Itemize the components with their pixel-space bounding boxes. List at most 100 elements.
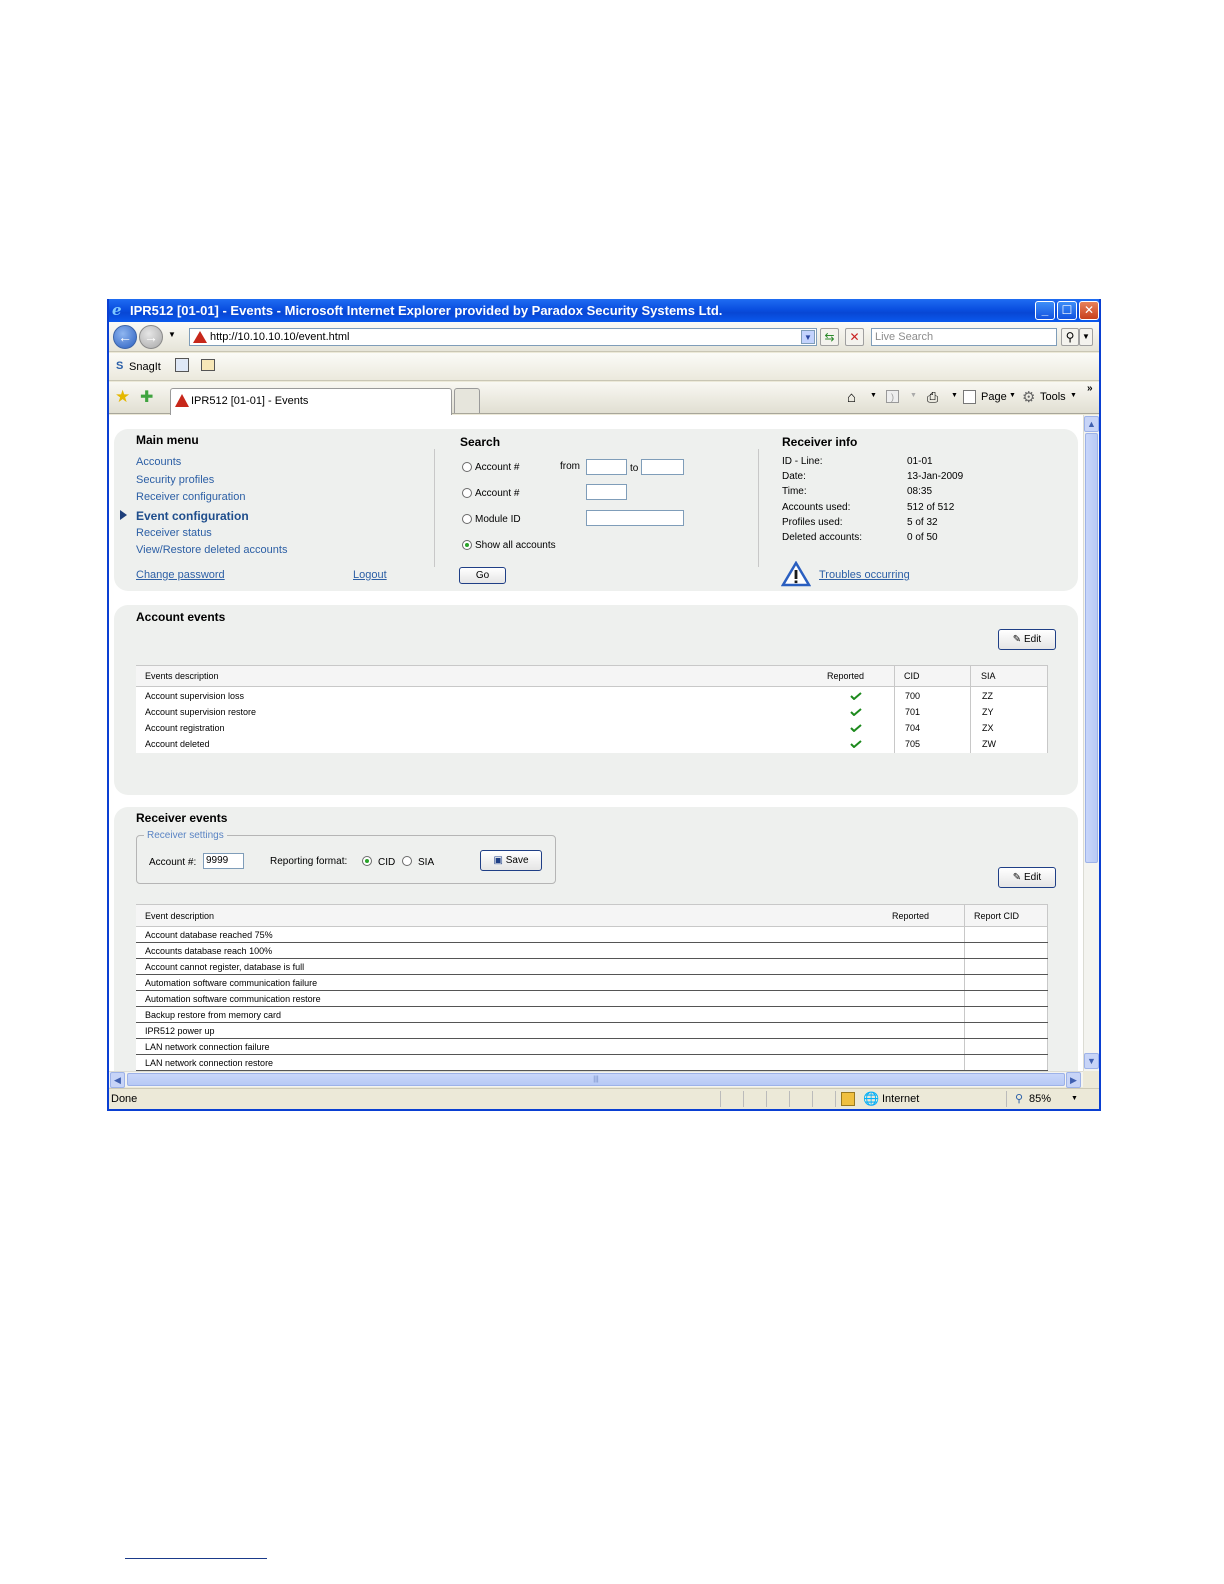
home-dropdown-icon[interactable]: ▼: [870, 392, 877, 399]
back-button[interactable]: ←: [113, 325, 137, 349]
search-options-icon[interactable]: ▼: [1079, 328, 1093, 346]
address-dropdown-icon[interactable]: ▼: [801, 330, 815, 344]
status-text: Done: [111, 1093, 138, 1105]
refresh-button[interactable]: ⇆: [820, 328, 839, 346]
menu-item-receiver-status[interactable]: Receiver status: [136, 527, 212, 539]
zoom-level[interactable]: 85%: [1029, 1093, 1051, 1105]
radio-show-all[interactable]: [462, 540, 472, 550]
capture-edit-icon[interactable]: [201, 359, 215, 371]
forward-button[interactable]: →: [139, 325, 163, 349]
table-row: Accounts database reach 100%: [136, 943, 1048, 959]
tools-menu[interactable]: Tools: [1040, 391, 1066, 403]
page-dropdown-icon[interactable]: ▼: [1009, 392, 1016, 399]
check-icon: [850, 708, 862, 716]
stop-button[interactable]: ✕: [845, 328, 864, 346]
favorites-star-icon[interactable]: ★: [115, 387, 130, 407]
account-input[interactable]: [586, 484, 627, 500]
horizontal-scrollbar[interactable]: ◀ ||| ▶: [109, 1071, 1083, 1088]
account-number-input[interactable]: 9999: [203, 853, 244, 869]
save-disk-icon: ▣: [493, 855, 503, 866]
zoom-icon: ⚲: [1015, 1093, 1024, 1105]
save-button[interactable]: ▣ Save: [480, 850, 542, 871]
close-button[interactable]: ✕: [1079, 301, 1099, 320]
radio-account-range[interactable]: [462, 462, 472, 472]
table-row-sia: ZY: [982, 707, 994, 717]
add-favorites-icon[interactable]: ✚: [140, 387, 153, 407]
address-bar[interactable]: http://10.10.10.10/event.html ▼: [189, 328, 817, 346]
edit-label: Edit: [1023, 872, 1042, 883]
tab-events[interactable]: IPR512 [01-01] - Events: [170, 388, 452, 415]
feeds-icon[interactable]: ): [886, 390, 899, 403]
tab-title: IPR512 [01-01] - Events: [191, 395, 309, 407]
status-bar: Done 🌐 Internet ⚲ 85% ▼: [109, 1088, 1099, 1109]
vertical-scroll-thumb[interactable]: [1085, 433, 1098, 863]
radio-module-id[interactable]: [462, 514, 472, 524]
account-range-label: Account #: [475, 462, 520, 473]
info-label: Deleted accounts:: [782, 532, 863, 543]
main-menu-title: Main menu: [136, 433, 199, 447]
radio-account[interactable]: [462, 488, 472, 498]
header-cid: CID: [904, 671, 920, 681]
table-row-cid: 705: [905, 739, 921, 749]
divider: [758, 449, 759, 567]
scroll-left-icon[interactable]: ◀: [110, 1072, 125, 1088]
change-password-link[interactable]: Change password: [136, 569, 225, 581]
tools-dropdown-icon[interactable]: ▼: [1070, 392, 1077, 399]
menu-item-receiver-configuration[interactable]: Receiver configuration: [136, 491, 245, 503]
table-row-description: Accounts database reach 100%: [145, 946, 273, 956]
print-dropdown-icon[interactable]: ▼: [951, 392, 958, 399]
page-menu[interactable]: Page: [981, 391, 1007, 403]
snagit-link[interactable]: SnagIt: [129, 361, 161, 373]
menu-item-view-restore-deleted[interactable]: View/Restore deleted accounts: [136, 544, 287, 556]
table-row-description: IPR512 power up: [145, 1026, 215, 1036]
snagit-icon: S: [116, 360, 124, 372]
receiver-events-table: Event description Reported Report CID Ac…: [136, 904, 1048, 1071]
radio-cid[interactable]: [362, 856, 372, 866]
ie-logo-icon: e: [112, 301, 122, 319]
troubles-occurring-link[interactable]: Troubles occurring: [819, 569, 910, 581]
table-row-description: Account database reached 75%: [145, 930, 273, 940]
header-sia: SIA: [981, 671, 996, 681]
module-id-input[interactable]: [586, 510, 684, 526]
menu-item-security-profiles[interactable]: Security profiles: [136, 474, 214, 486]
zoom-dropdown-icon[interactable]: ▼: [1071, 1095, 1078, 1102]
receiver-events-edit-button[interactable]: ✎ Edit: [998, 867, 1056, 888]
table-row: LAN network connection failure: [136, 1039, 1048, 1055]
table-row-description: Account cannot register, database is ful…: [145, 962, 305, 972]
page-content: Main menu Accounts Security profiles Rec…: [109, 415, 1083, 1071]
search-input[interactable]: Live Search: [871, 328, 1057, 346]
scroll-right-icon[interactable]: ▶: [1066, 1072, 1081, 1088]
history-dropdown-icon[interactable]: ▼: [168, 330, 176, 339]
account-to-input[interactable]: [641, 459, 684, 475]
check-icon: [850, 740, 862, 748]
table-row-cid: 700: [905, 691, 921, 701]
search-icon[interactable]: ⚲: [1061, 328, 1079, 346]
horizontal-scroll-thumb[interactable]: |||: [127, 1073, 1065, 1086]
scroll-up-icon[interactable]: ▲: [1084, 416, 1099, 432]
table-row: Backup restore from memory card: [136, 1007, 1048, 1023]
module-id-label: Module ID: [475, 514, 521, 525]
menu-item-accounts[interactable]: Accounts: [136, 456, 181, 468]
vertical-scrollbar[interactable]: ▲ ▼: [1083, 415, 1099, 1071]
print-icon[interactable]: ⎙: [927, 389, 938, 406]
receiver-events-title: Receiver events: [136, 811, 228, 825]
go-button[interactable]: Go: [459, 567, 506, 584]
radio-sia[interactable]: [402, 856, 412, 866]
capture-window-icon[interactable]: [175, 358, 189, 372]
account-from-input[interactable]: [586, 459, 627, 475]
maximize-button[interactable]: ☐: [1057, 301, 1077, 320]
new-tab-button[interactable]: [454, 388, 480, 413]
info-label: Date:: [782, 471, 806, 482]
feeds-dropdown-icon[interactable]: ▼: [910, 392, 917, 399]
scroll-down-icon[interactable]: ▼: [1084, 1053, 1099, 1069]
account-events-edit-button[interactable]: ✎ Edit: [998, 629, 1056, 650]
home-icon[interactable]: ⌂: [847, 389, 856, 406]
chevron-more-icon[interactable]: »: [1087, 383, 1093, 394]
to-label: to: [630, 463, 639, 474]
table-row-description: LAN network connection restore: [145, 1058, 274, 1068]
minimize-button[interactable]: _: [1035, 301, 1055, 320]
menu-item-event-configuration[interactable]: Event configuration: [136, 509, 249, 523]
logout-link[interactable]: Logout: [353, 569, 387, 581]
edit-icon: ✎: [1012, 634, 1022, 645]
account-number-label: Account #:: [149, 857, 197, 868]
